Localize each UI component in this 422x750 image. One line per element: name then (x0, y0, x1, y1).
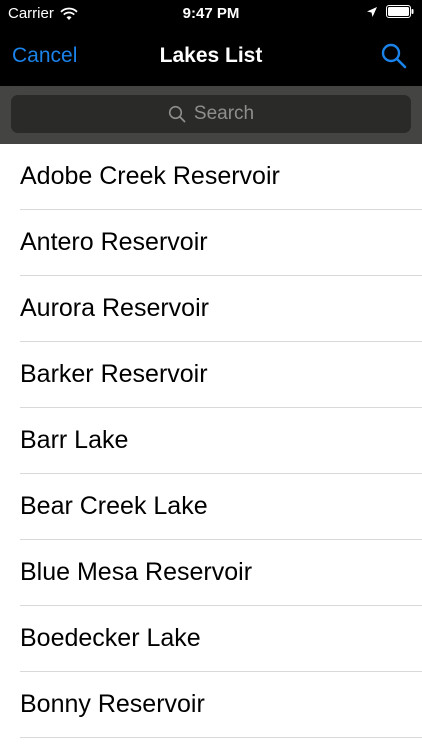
search-button[interactable] (380, 42, 408, 70)
list-item-label: Barker Reservoir (20, 360, 208, 388)
page-title: Lakes List (159, 44, 263, 67)
search-input[interactable]: Search (11, 95, 411, 133)
search-icon (380, 42, 408, 70)
list-item-label: Bear Creek Lake (20, 492, 208, 520)
location-arrow-icon (366, 6, 378, 18)
lakes-list: Adobe Creek Reservoir Antero Reservoir Aur… (0, 144, 422, 738)
list-item[interactable]: Boedecker Lake (0, 606, 422, 672)
list-item[interactable]: Barr Lake (0, 408, 422, 474)
status-bar: Carrier 9:47 PM (0, 0, 422, 30)
list-item-label: Adobe Creek Reservoir (20, 162, 280, 190)
navigation-bar: Cancel Lakes List (0, 30, 422, 86)
list-item-label: Blue Mesa Reservoir (20, 558, 253, 586)
list-item-label: Bonny Reservoir (20, 690, 205, 718)
list-item[interactable]: Bonny Reservoir (0, 672, 422, 738)
list-item[interactable]: Antero Reservoir (0, 210, 422, 276)
list-item-label: Boedecker Lake (20, 624, 201, 652)
list-item-label: Antero Reservoir (20, 228, 208, 256)
list-item-label: Aurora Reservoir (20, 294, 209, 322)
list-item-label: Barr Lake (20, 426, 129, 454)
search-bar: Search (0, 86, 422, 144)
list-item[interactable]: Aurora Reservoir (0, 276, 422, 342)
list-item[interactable]: Adobe Creek Reservoir (0, 144, 422, 210)
battery-icon (386, 5, 414, 18)
list-item[interactable]: Blue Mesa Reservoir (0, 540, 422, 606)
status-right (366, 5, 414, 18)
search-field-icon (168, 105, 186, 123)
status-time: 9:47 PM (182, 5, 240, 22)
list-item[interactable]: Bear Creek Lake (0, 474, 422, 540)
search-placeholder: Search (193, 103, 255, 124)
list-item[interactable]: Barker Reservoir (0, 342, 422, 408)
